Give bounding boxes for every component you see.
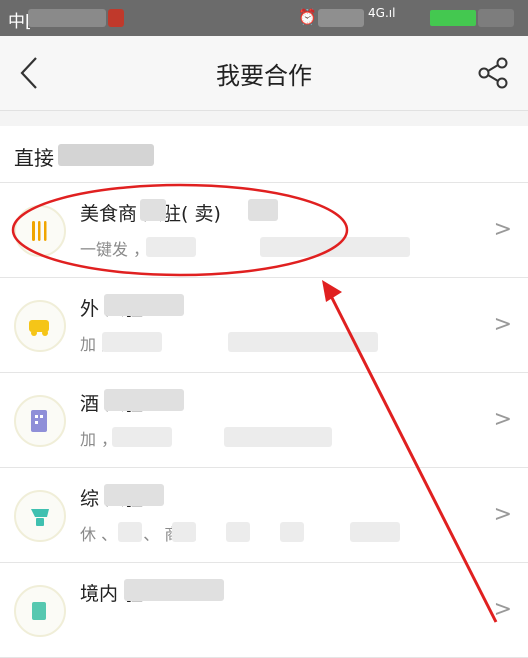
page-title: 我要合作	[216, 62, 312, 90]
redacted-region	[102, 332, 162, 352]
redacted-region	[58, 144, 154, 166]
redacted-region	[146, 237, 196, 257]
redacted-region	[350, 522, 400, 542]
list-item-general-merchant[interactable]: 综 入驻 休 、 、 、 商家 >	[0, 468, 528, 563]
chevron-right-icon: >	[493, 597, 512, 622]
redacted-region	[124, 579, 224, 601]
redacted-region	[140, 199, 166, 221]
item-icon-container	[14, 395, 66, 447]
status-bar: 中[ ⏰ 4G.ıl	[0, 0, 528, 36]
partner-type-list: 美食商 入驻( 卖) 一键发 ，免费 > 外 入驻 加 卖，实 >	[0, 183, 528, 658]
redacted-region	[260, 237, 410, 257]
redacted-region	[28, 9, 106, 27]
list-item-hotel-merchant[interactable]: 酒 入驻 加 ，实 长 >	[0, 373, 528, 468]
shop-icon	[31, 509, 49, 526]
list-item-domestic-merchant[interactable]: 境内 驻 >	[0, 563, 528, 658]
chevron-right-icon: >	[493, 217, 512, 242]
redacted-region	[226, 522, 250, 542]
item-icon-container	[14, 585, 66, 637]
share-button[interactable]	[476, 56, 510, 90]
redacted-region	[248, 199, 278, 221]
signal-icon: 4G.ıl	[368, 6, 396, 20]
fork-knife-icon	[32, 221, 47, 241]
list-item-delivery-merchant[interactable]: 外 入驻 加 卖，实 >	[0, 278, 528, 373]
chevron-right-icon: >	[493, 312, 512, 337]
chevron-right-icon: >	[493, 407, 512, 432]
navigation-bar: 我要合作	[0, 36, 528, 111]
redacted-region	[104, 294, 184, 316]
redacted-region	[104, 389, 184, 411]
delivery-icon	[29, 320, 49, 336]
redacted-region	[478, 9, 514, 27]
list-item-food-merchant[interactable]: 美食商 入驻( 卖) 一键发 ，免费 >	[0, 183, 528, 278]
redacted-region	[104, 484, 164, 506]
redacted-region	[118, 522, 142, 542]
item-icon-container	[14, 205, 66, 257]
hotel-icon	[31, 410, 47, 432]
redacted-region	[108, 9, 124, 27]
redacted-region	[228, 332, 378, 352]
alarm-icon: ⏰	[298, 8, 317, 26]
item-icon-container	[14, 300, 66, 352]
globe-icon	[32, 602, 46, 620]
redacted-region	[318, 9, 364, 27]
battery-icon	[430, 10, 476, 26]
chevron-right-icon: >	[493, 502, 512, 527]
redacted-region	[224, 427, 332, 447]
redacted-region	[112, 427, 172, 447]
section-title: 直接	[14, 146, 54, 170]
share-icon	[478, 57, 508, 89]
item-icon-container	[14, 490, 66, 542]
section-header: 直接	[0, 126, 528, 183]
network-type-label: 4G	[368, 6, 385, 20]
redacted-region	[172, 522, 196, 542]
redacted-region	[280, 522, 304, 542]
